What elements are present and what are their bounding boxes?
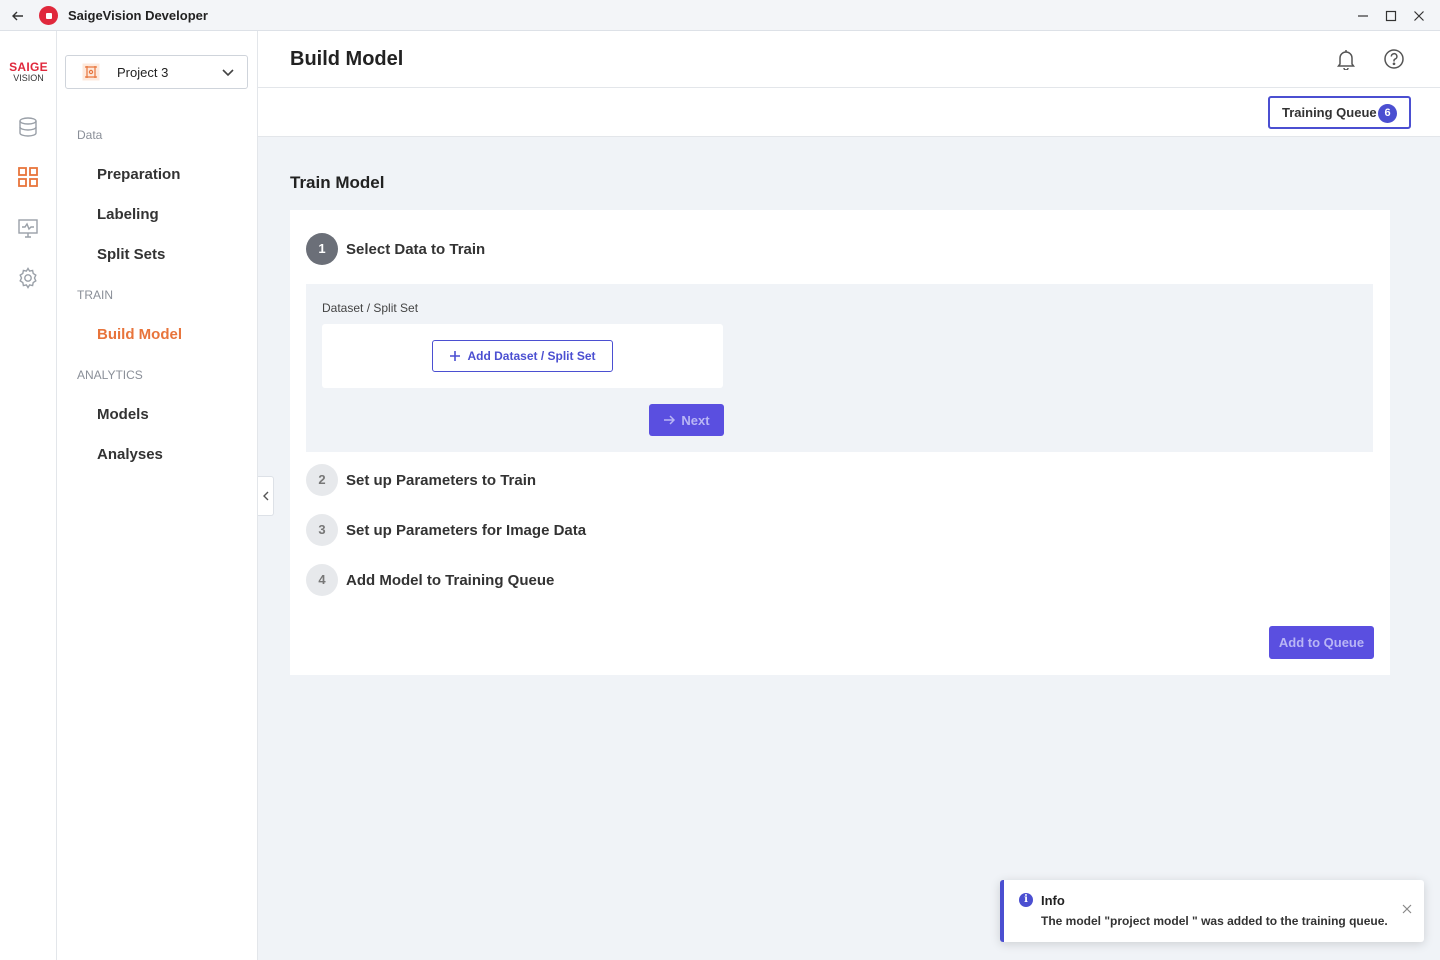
window-title: SaigeVision Developer (68, 8, 208, 23)
saige-app-icon (39, 6, 58, 25)
page-header: Build Model (258, 31, 1440, 88)
bell-icon[interactable] (1334, 47, 1358, 71)
sidebar-section-train: TRAIN (77, 288, 113, 302)
toast-message: The model "project model " was added to … (1041, 914, 1388, 928)
step-2-number: 2 (306, 464, 338, 496)
dataset-field-label: Dataset / Split Set (322, 301, 419, 315)
gear-icon[interactable] (16, 266, 40, 290)
train-model-card: 1 Select Data to Train Dataset / Split S… (290, 210, 1390, 675)
grid-icon[interactable] (16, 165, 40, 189)
info-toast: i Info The model "project model " was ad… (1000, 880, 1424, 942)
step-1-panel: Dataset / Split Set Add Dataset / Split … (306, 284, 1373, 452)
sidebar-item-analyses[interactable]: Analyses (97, 446, 163, 463)
plus-icon (450, 351, 461, 361)
step-1-number: 1 (306, 233, 338, 265)
step-1-label[interactable]: Select Data to Train (346, 241, 485, 258)
action-bar: Training Queue 6 (258, 88, 1440, 137)
brand-line2: VISION (13, 73, 44, 83)
arrow-left-icon[interactable] (8, 6, 28, 26)
step-4-label[interactable]: Add Model to Training Queue (346, 572, 554, 589)
maximize-icon[interactable] (1380, 5, 1402, 27)
sidebar-item-labeling[interactable]: Labeling (97, 206, 159, 223)
training-queue-button[interactable]: Training Queue 6 (1268, 96, 1411, 129)
icon-rail: SAIGE VISION (0, 31, 57, 960)
close-icon[interactable] (1408, 5, 1430, 27)
sidebar-collapse-toggle[interactable] (258, 476, 274, 516)
toast-close-icon[interactable] (1400, 902, 1414, 916)
section-title: Train Model (290, 173, 385, 192)
next-button[interactable]: Next (649, 404, 724, 436)
saige-vision-logo: SAIGE VISION (5, 61, 52, 83)
sidebar-item-build-model[interactable]: Build Model (97, 326, 182, 343)
sidebar-section-analytics: ANALYTICS (77, 368, 143, 382)
add-to-queue-button[interactable]: Add to Queue (1269, 626, 1374, 659)
help-circle-icon[interactable] (1382, 47, 1406, 71)
project-frame-icon (82, 63, 100, 81)
add-dataset-button[interactable]: Add Dataset / Split Set (432, 340, 613, 372)
chevron-down-icon (221, 65, 235, 79)
step-2-label[interactable]: Set up Parameters to Train (346, 472, 536, 489)
database-icon[interactable] (16, 115, 40, 139)
project-selector-value: Project 3 (117, 65, 169, 80)
sidebar: Project 3 Data Preparation Labeling Spli… (57, 31, 258, 960)
page-title: Build Model (290, 48, 404, 70)
sidebar-item-models[interactable]: Models (97, 406, 149, 423)
step-4-number: 4 (306, 564, 338, 596)
minimize-icon[interactable] (1352, 5, 1374, 27)
arrow-right-icon (664, 415, 676, 425)
window-titlebar: SaigeVision Developer (0, 0, 1440, 31)
sidebar-item-split-sets[interactable]: Split Sets (97, 246, 165, 263)
step-3-number: 3 (306, 514, 338, 546)
training-queue-count-badge: 6 (1378, 104, 1397, 123)
monitor-chart-icon[interactable] (16, 216, 40, 240)
dataset-field: Add Dataset / Split Set (322, 324, 723, 388)
sidebar-item-preparation[interactable]: Preparation (97, 166, 180, 183)
step-3-label[interactable]: Set up Parameters for Image Data (346, 522, 586, 539)
training-queue-label: Training Queue (1282, 105, 1377, 120)
brand-line1: SAIGE (9, 60, 48, 74)
toast-title: Info (1041, 893, 1065, 908)
add-dataset-button-label: Add Dataset / Split Set (467, 349, 596, 363)
next-button-label: Next (681, 412, 710, 428)
project-selector[interactable]: Project 3 (65, 55, 248, 89)
chevron-left-icon (262, 491, 268, 501)
info-icon: i (1019, 893, 1033, 907)
sidebar-section-data: Data (77, 128, 103, 142)
